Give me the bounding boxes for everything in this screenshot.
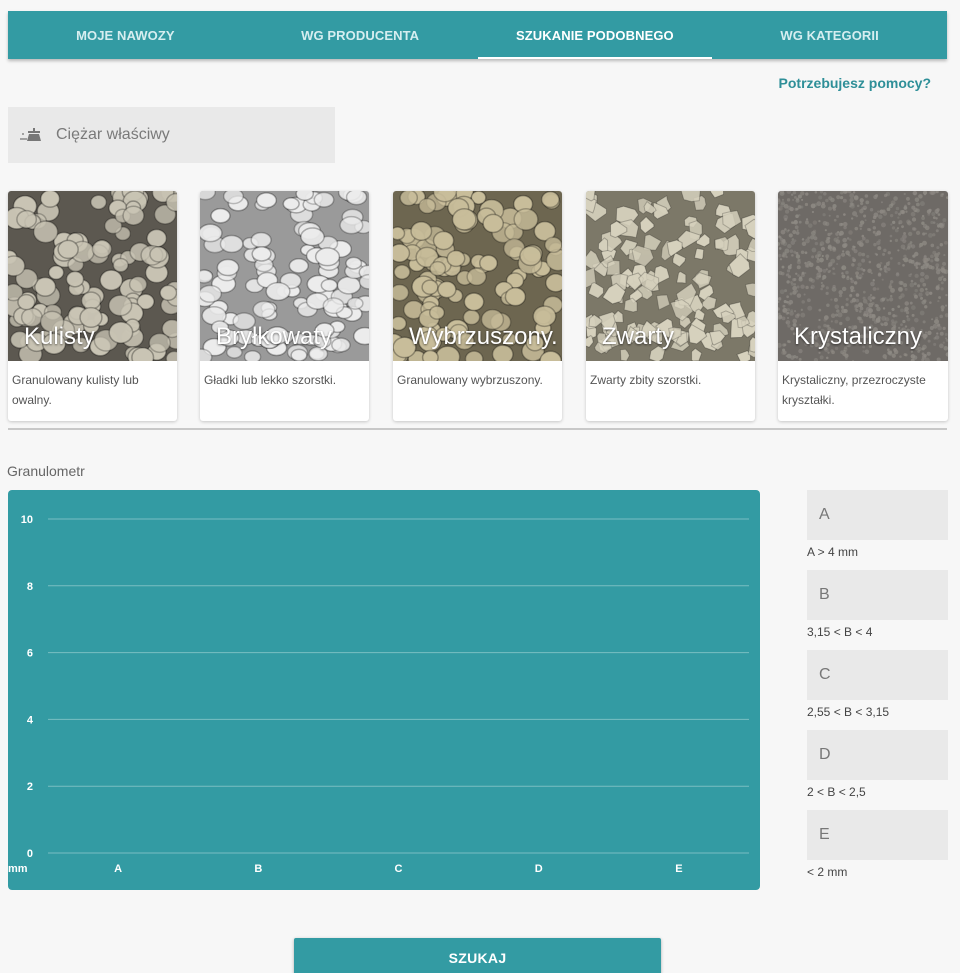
- fraction-e: E < 2 mm: [807, 810, 948, 879]
- fraction-b-note: 3,15 < B < 4: [807, 625, 873, 639]
- fraction-c-input[interactable]: C: [807, 650, 948, 700]
- help-link[interactable]: Potrzebujesz pomocy?: [779, 75, 931, 91]
- y-tick-label: 2: [27, 781, 33, 793]
- tab-szukanie-podobnego[interactable]: SZUKANIE PODOBNEGO: [477, 11, 713, 59]
- x-tick-label: D: [535, 863, 543, 875]
- shape-card-wybrzuszony[interactable]: Wybrzuszony. Granulowany wybrzuszony.: [393, 191, 562, 421]
- y-tick-label: 4: [27, 714, 34, 726]
- shape-cards: Kulisty Granulowany kulisty lub owalny. …: [8, 191, 948, 421]
- card-title: Kulisty: [24, 323, 95, 350]
- shape-card-brylkowaty[interactable]: Bryłkowaty Gładki lub lekko szorstki.: [200, 191, 369, 421]
- x-axis-label: mm: [8, 863, 28, 875]
- specific-weight-field[interactable]: [8, 107, 335, 163]
- search-button[interactable]: SZUKAJ: [294, 938, 661, 973]
- y-tick-label: 10: [21, 514, 33, 526]
- fraction-e-note: < 2 mm: [807, 865, 848, 879]
- y-tick-label: 6: [27, 648, 33, 660]
- card-title: Bryłkowaty: [216, 323, 333, 350]
- card-description: Zwarty zbity szorstki.: [590, 373, 702, 387]
- shape-card-zwarty[interactable]: Zwarty Zwarty zbity szorstki.: [586, 191, 755, 421]
- x-tick-label: C: [395, 863, 403, 875]
- specific-weight-input[interactable]: [56, 126, 316, 144]
- card-title: Wybrzuszony.: [409, 323, 558, 350]
- card-title: Zwarty: [602, 323, 674, 350]
- top-tab-bar: MOJE NAWOZY WG PRODUCENTA SZUKANIE PODOB…: [8, 11, 947, 59]
- fraction-c: C 2,55 < B < 3,15: [807, 650, 948, 719]
- y-tick-label: 0: [27, 848, 33, 860]
- y-tick-label: 8: [27, 581, 33, 593]
- tab-wg-producenta[interactable]: WG PRODUCENTA: [243, 11, 478, 59]
- texture-image: Krystaliczny: [778, 191, 948, 361]
- scale-icon: [20, 126, 44, 144]
- fraction-a: A A > 4 mm: [807, 490, 948, 559]
- tab-moje-nawozy[interactable]: MOJE NAWOZY: [8, 11, 243, 59]
- card-description: Granulowany wybrzuszony.: [397, 373, 543, 387]
- x-tick-label: A: [114, 863, 122, 875]
- card-description: Gładki lub lekko szorstki.: [204, 373, 337, 387]
- shape-card-kulisty[interactable]: Kulisty Granulowany kulisty lub owalny.: [8, 191, 177, 421]
- fraction-b-input[interactable]: B: [807, 570, 948, 620]
- chart-svg: 0 2 4 6 8 10 mm A B C D E: [8, 514, 749, 875]
- fraction-d-note: 2 < B < 2,5: [807, 785, 866, 799]
- texture-image: Wybrzuszony.: [393, 191, 562, 361]
- fraction-e-input[interactable]: E: [807, 810, 948, 860]
- divider: [8, 428, 947, 430]
- texture-image: Zwarty: [586, 191, 755, 361]
- fraction-c-note: 2,55 < B < 3,15: [807, 705, 890, 719]
- card-description: Krystaliczny, przezroczyste kryształki.: [782, 373, 926, 407]
- x-tick-label: E: [675, 863, 682, 875]
- card-title: Krystaliczny: [794, 323, 923, 350]
- granulometer-label: Granulometr: [7, 463, 85, 479]
- x-tick-label: B: [254, 863, 262, 875]
- fraction-a-input[interactable]: A: [807, 490, 948, 540]
- granulometer-chart: 0 2 4 6 8 10 mm A B C D E: [8, 490, 760, 890]
- card-description: Granulowany kulisty lub owalny.: [12, 373, 139, 407]
- tab-wg-kategorii[interactable]: WG KATEGORII: [712, 11, 947, 59]
- texture-image: Bryłkowaty: [200, 191, 369, 361]
- fraction-d: D 2 < B < 2,5: [807, 730, 948, 799]
- fraction-b: B 3,15 < B < 4: [807, 570, 948, 639]
- texture-image: Kulisty: [8, 191, 177, 361]
- fraction-a-note: A > 4 mm: [807, 545, 859, 559]
- shape-card-krystaliczny[interactable]: Krystaliczny Krystaliczny, przezroczyste…: [778, 191, 948, 421]
- fraction-d-input[interactable]: D: [807, 730, 948, 780]
